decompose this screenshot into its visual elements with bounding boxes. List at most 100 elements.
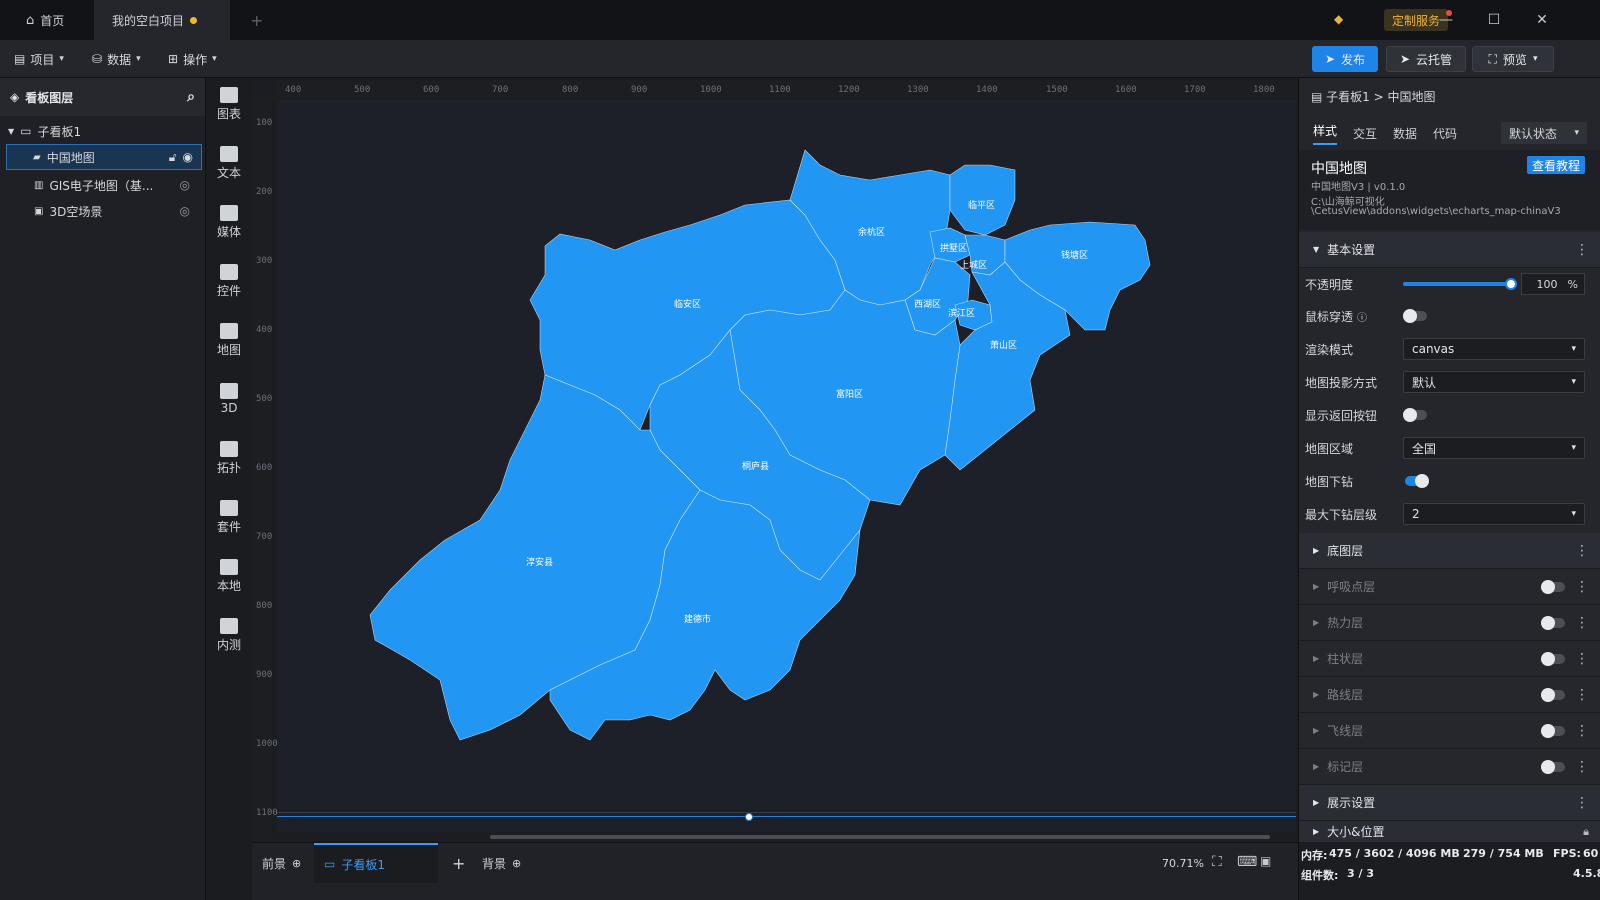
render-mode-select[interactable]: canvas ▾ bbox=[1403, 338, 1585, 360]
opacity-slider[interactable] bbox=[1403, 278, 1517, 290]
section-route-layer[interactable]: ▶ 路线层 ⋮ bbox=[1299, 677, 1600, 713]
layer-item-china-map[interactable]: ▰ 中国地图 🔓︎ ◉ bbox=[6, 144, 202, 170]
prop-label: 地图区域 bbox=[1305, 441, 1354, 456]
cloud-host-button[interactable]: ➤ 云托管 bbox=[1386, 46, 1466, 72]
section-base-layer[interactable]: ▶ 底图层 ⋮ bbox=[1299, 533, 1600, 569]
comp-kit[interactable]: 套件 bbox=[206, 491, 252, 543]
comp-text[interactable]: 文本 bbox=[206, 137, 252, 189]
add-board-button[interactable]: + bbox=[442, 843, 475, 883]
section-marker-layer[interactable]: ▶ 标记层 ⋮ bbox=[1299, 749, 1600, 785]
comp-map[interactable]: 地图 bbox=[206, 314, 252, 366]
flyline-layer-toggle[interactable] bbox=[1541, 724, 1565, 738]
section-basic[interactable]: ▼ 基本设置 ⋮ bbox=[1299, 232, 1600, 268]
unlock-icon[interactable]: 🔓︎ bbox=[169, 150, 177, 165]
row-drilldown: 地图下钻 bbox=[1299, 465, 1600, 497]
mouse-through-toggle[interactable] bbox=[1403, 309, 1427, 323]
more-icon[interactable]: ⋮ bbox=[1575, 759, 1589, 775]
section-size-position[interactable]: ▶ 大小&位置 🔒︎ bbox=[1299, 821, 1600, 843]
ruler-tick: 1300 bbox=[907, 85, 929, 95]
tab-foreground[interactable]: 前景 ⊕ bbox=[252, 843, 311, 883]
section-flyline-layer[interactable]: ▶ 飞线层 ⋮ bbox=[1299, 713, 1600, 749]
caret-right-icon: ▶ bbox=[1313, 618, 1320, 627]
zoom-level[interactable]: 70.71% bbox=[1162, 857, 1204, 870]
tab-interaction[interactable]: 交互 bbox=[1353, 125, 1377, 142]
ruler-tick: 500 bbox=[256, 394, 273, 404]
heat-layer-toggle[interactable] bbox=[1541, 616, 1565, 630]
projection-select[interactable]: 默认 ▾ bbox=[1403, 371, 1585, 393]
layer-item-gis-map[interactable]: ▥ GIS电子地图（基... ◎ bbox=[0, 172, 206, 198]
layer-group-row[interactable]: ▼ ▭ 子看板1 bbox=[0, 118, 206, 144]
fit-screen-icon[interactable]: ⛶ bbox=[1212, 854, 1222, 870]
section-breath-layer[interactable]: ▶ 呼吸点层 ⋮ bbox=[1299, 569, 1600, 605]
add-circle-icon[interactable]: ⊕ bbox=[512, 857, 521, 870]
bar-layer-toggle[interactable] bbox=[1541, 652, 1565, 666]
more-icon[interactable]: ⋮ bbox=[1575, 579, 1589, 595]
section-display[interactable]: ▶ 展示设置 ⋮ bbox=[1299, 785, 1600, 821]
tab-code[interactable]: 代码 bbox=[1433, 125, 1457, 142]
preview-button[interactable]: ⛶ 预览 ▾ bbox=[1472, 46, 1554, 72]
tab-data[interactable]: 数据 bbox=[1393, 125, 1417, 142]
more-icon[interactable]: ⋮ bbox=[1575, 615, 1589, 631]
section-bar-layer[interactable]: ▶ 柱状层 ⋮ bbox=[1299, 641, 1600, 677]
more-icon[interactable]: ⋮ bbox=[1575, 795, 1589, 811]
region-select[interactable]: 全国 ▾ bbox=[1403, 437, 1585, 459]
state-select[interactable]: 默认状态 ▾ bbox=[1501, 122, 1587, 144]
comp-media[interactable]: 媒体 bbox=[206, 196, 252, 248]
comp-chart[interactable]: 图表 bbox=[206, 78, 252, 130]
minimize-button[interactable]: — bbox=[1422, 0, 1470, 40]
tab-style[interactable]: 样式 bbox=[1313, 122, 1338, 145]
eye-off-icon[interactable]: ◎ bbox=[180, 178, 190, 192]
opacity-slider-knob[interactable] bbox=[1505, 278, 1517, 290]
tutorial-button[interactable]: 查看教程 bbox=[1527, 156, 1585, 174]
marker-layer-toggle[interactable] bbox=[1541, 760, 1565, 774]
ruler-tick: 400 bbox=[285, 85, 302, 95]
drilldown-toggle[interactable] bbox=[1405, 474, 1429, 488]
search-icon[interactable]: ⌕ bbox=[187, 89, 195, 105]
new-tab-button[interactable]: + bbox=[232, 0, 281, 40]
ruler-tick: 600 bbox=[256, 463, 273, 473]
tab-board[interactable]: ▭ 子看板1 bbox=[314, 843, 438, 883]
more-icon[interactable]: ⋮ bbox=[1575, 723, 1589, 739]
comp-local[interactable]: 本地 bbox=[206, 550, 252, 602]
more-icon[interactable]: ⋮ bbox=[1575, 242, 1589, 258]
bottom-bar: 前景 ⊕ ▭ 子看板1 + 背景 ⊕ 70.71% ⛶ ⌨ ▣ bbox=[252, 842, 1298, 900]
breath-layer-toggle[interactable] bbox=[1541, 580, 1565, 594]
menu-operate[interactable]: ⊞ 操作 ▾ bbox=[168, 48, 217, 70]
comp-3d[interactable]: 3D bbox=[206, 373, 252, 425]
tab-home[interactable]: ⌂ 首页 bbox=[8, 0, 82, 40]
timeline-handle[interactable] bbox=[745, 813, 753, 821]
design-canvas[interactable]: 临平区 余杭区 拱墅区 上城区 钱塘区 临安区 西湖区 滨江区 萧山区 富阳区 … bbox=[277, 100, 1296, 810]
more-icon[interactable]: ⋮ bbox=[1575, 543, 1589, 559]
more-icon[interactable]: ⋮ bbox=[1575, 687, 1589, 703]
layer-item-label: 中国地图 bbox=[46, 150, 95, 165]
menu-project[interactable]: ▤ 项目 ▾ bbox=[14, 48, 64, 70]
section-heat-layer[interactable]: ▶ 热力层 ⋮ bbox=[1299, 605, 1600, 641]
keyboard-icon[interactable]: ⌨ bbox=[1237, 854, 1257, 870]
route-layer-toggle[interactable] bbox=[1541, 688, 1565, 702]
close-button[interactable]: ✕ bbox=[1518, 0, 1566, 40]
max-level-select[interactable]: 2 ▾ bbox=[1403, 503, 1585, 525]
comp-beta[interactable]: 内测 bbox=[206, 609, 252, 661]
timeline-track[interactable] bbox=[277, 812, 1296, 832]
back-button-toggle[interactable] bbox=[1403, 408, 1427, 422]
lock-icon[interactable]: 🔒︎ bbox=[1583, 825, 1589, 839]
more-icon[interactable]: ⋮ bbox=[1575, 651, 1589, 667]
help-icon[interactable]: ⓘ bbox=[1357, 309, 1367, 324]
layer-item-3d-scene[interactable]: ▣ 3D空场景 ◎ bbox=[0, 198, 206, 224]
tab-project[interactable]: 我的空白项目 bbox=[94, 0, 230, 40]
opacity-input[interactable]: 100 % bbox=[1521, 273, 1585, 295]
eye-off-icon[interactable]: ◎ bbox=[180, 204, 190, 218]
components-value: 3 / 3 bbox=[1347, 867, 1374, 880]
comp-control[interactable]: 控件 bbox=[206, 255, 252, 307]
menu-data[interactable]: ⛁ 数据 ▾ bbox=[92, 48, 141, 70]
maximize-button[interactable]: ☐ bbox=[1470, 0, 1518, 40]
publish-button[interactable]: ➤ 发布 bbox=[1312, 46, 1378, 72]
china-map-widget[interactable]: 临平区 余杭区 拱墅区 上城区 钱塘区 临安区 西湖区 滨江区 萧山区 富阳区 … bbox=[277, 100, 1296, 810]
terminal-icon[interactable]: ▣ bbox=[1260, 854, 1271, 868]
tab-background[interactable]: 背景 ⊕ bbox=[472, 843, 531, 883]
horizontal-scrollbar[interactable] bbox=[490, 835, 1270, 839]
comp-topology[interactable]: 拓扑 bbox=[206, 432, 252, 484]
component-strip: 图表 文本 媒体 控件 地图 3D 拓扑 套件 本地 内测 bbox=[206, 78, 252, 900]
add-circle-icon[interactable]: ⊕ bbox=[292, 857, 301, 870]
eye-icon[interactable]: ◉ bbox=[183, 150, 193, 164]
